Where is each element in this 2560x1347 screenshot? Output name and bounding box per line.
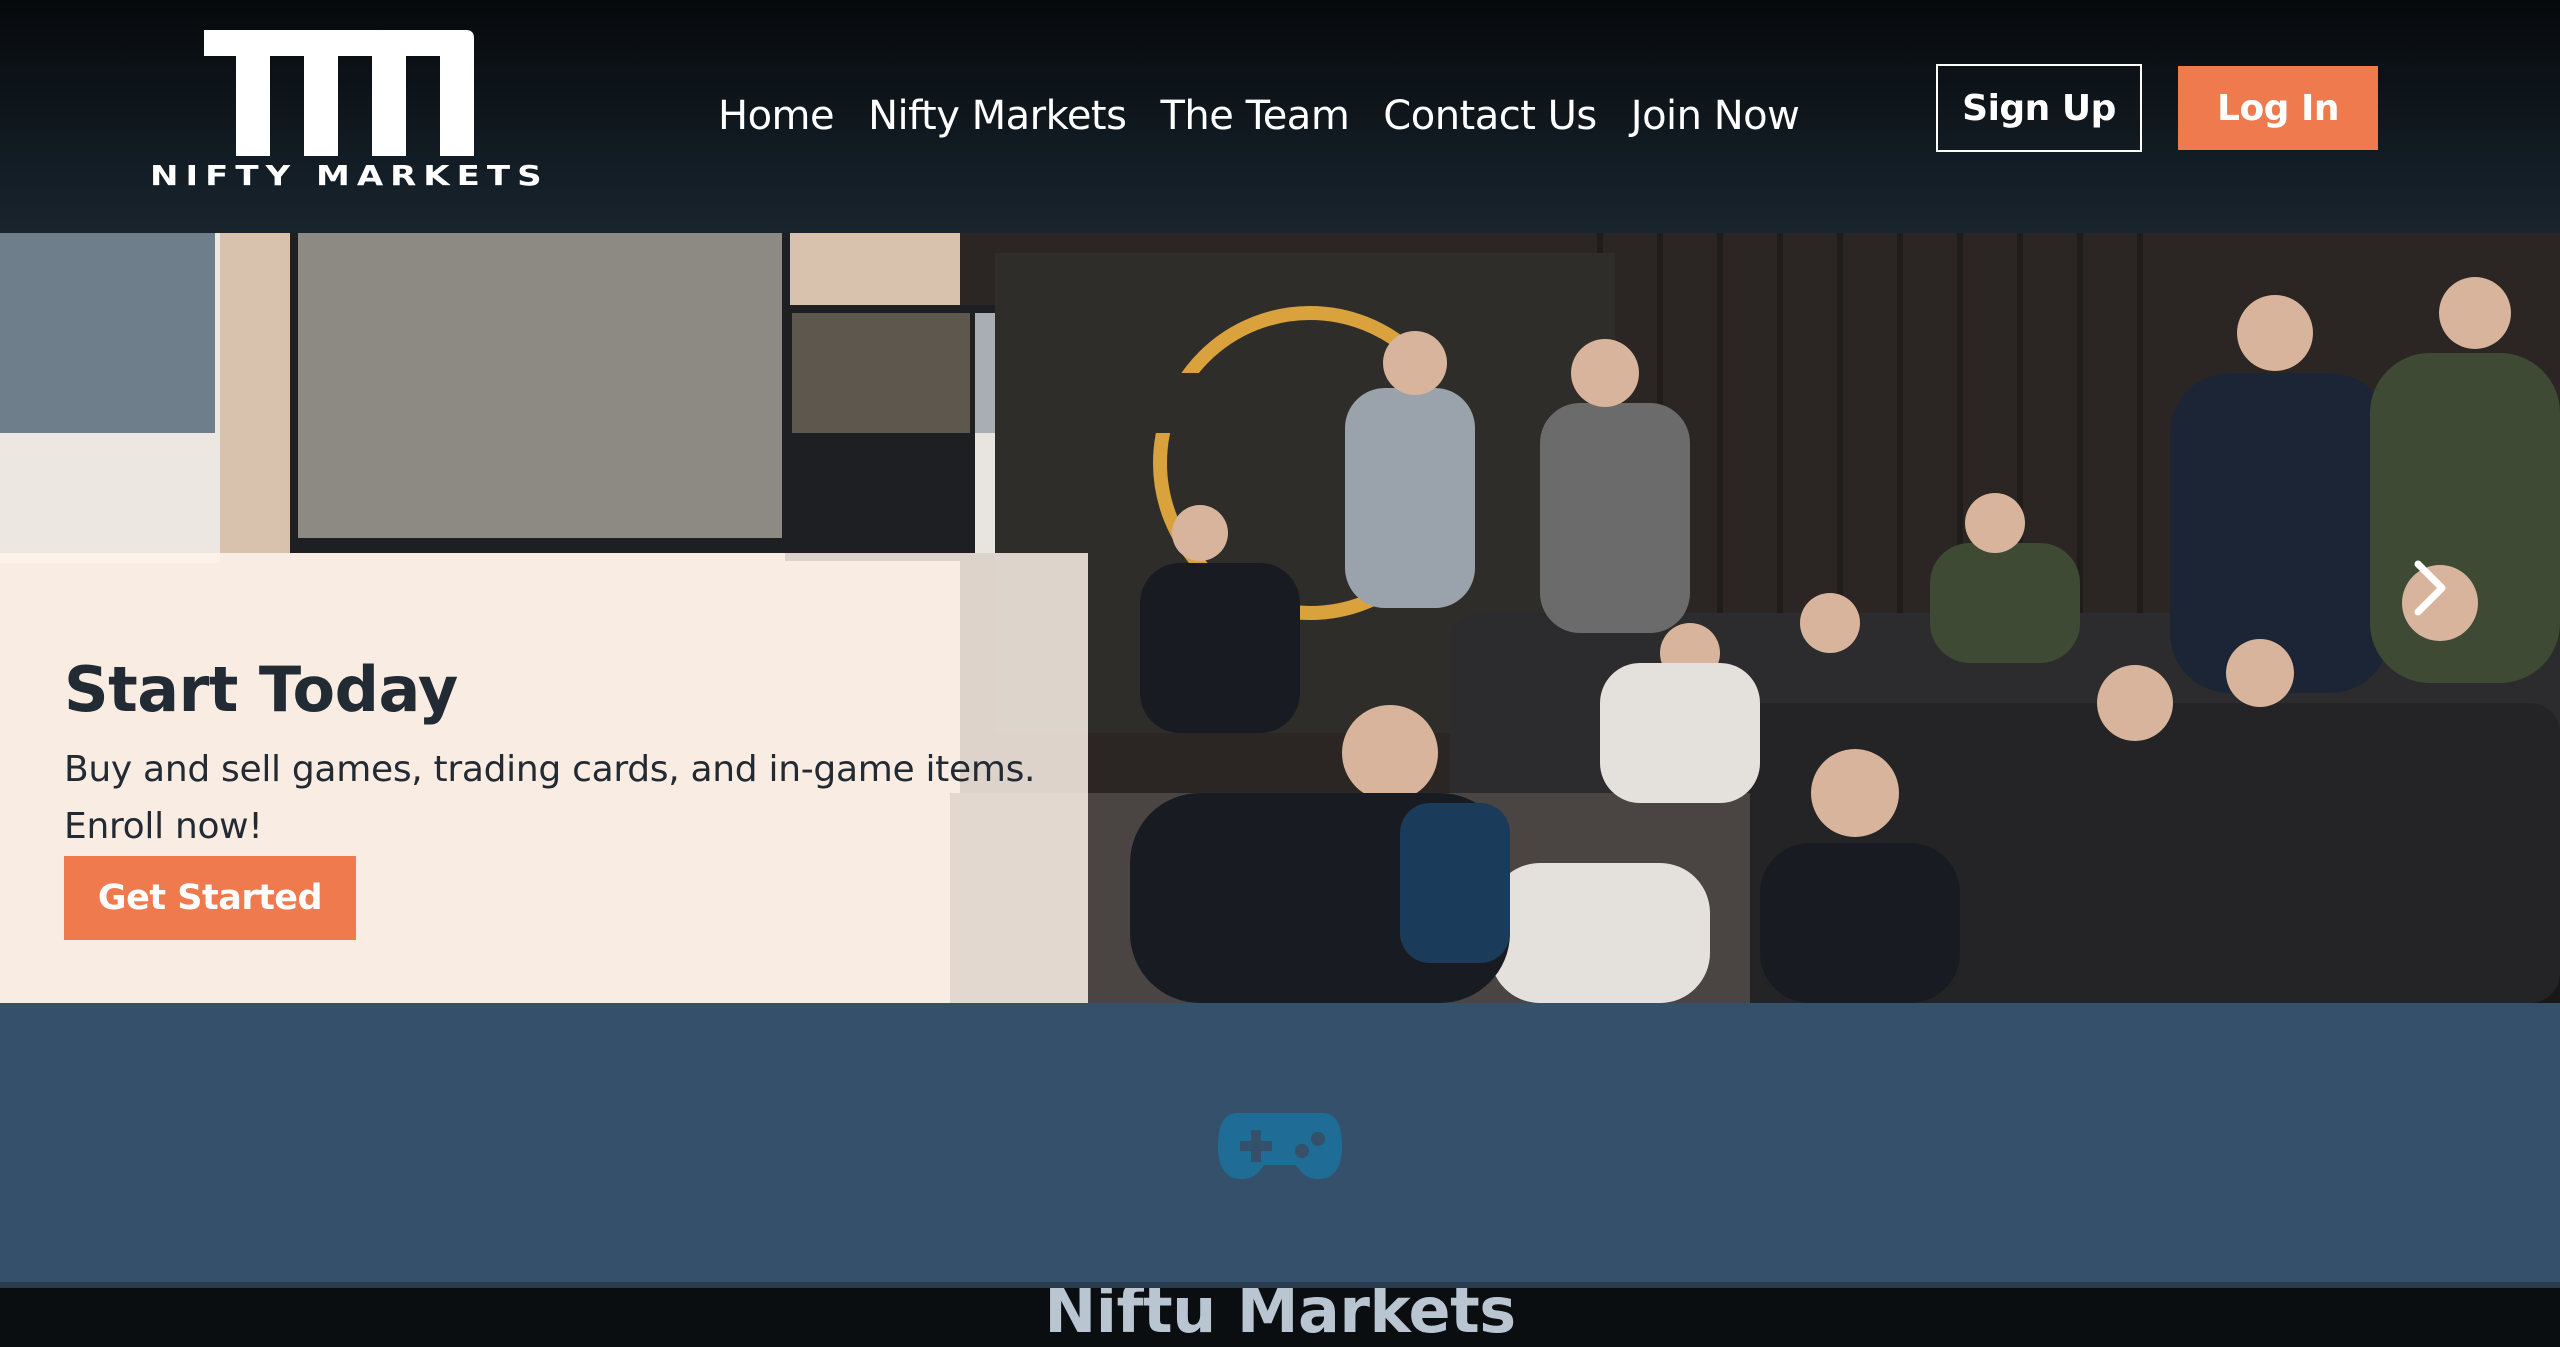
hero-carousel: Start Today Buy and sell games, trading … bbox=[0, 233, 2560, 1003]
logo-text: NIFTY MARKETS bbox=[150, 159, 549, 193]
nav-link-home[interactable]: Home bbox=[718, 88, 835, 144]
page-bottom-edge bbox=[0, 1282, 2560, 1288]
get-started-button[interactable]: Get Started bbox=[64, 856, 356, 940]
hero-title: Start Today bbox=[64, 652, 458, 726]
chevron-right-icon bbox=[2414, 560, 2446, 616]
nav-link-nifty-markets[interactable]: Nifty Markets bbox=[868, 88, 1127, 144]
site-header: NIFTY MARKETS Home Nifty Markets The Tea… bbox=[0, 0, 2560, 233]
sign-up-button[interactable]: Sign Up bbox=[1936, 64, 2142, 152]
about-section: Niftu Markets bbox=[0, 1003, 2560, 1347]
hero-description: Buy and sell games, trading cards, and i… bbox=[64, 749, 1036, 847]
main-nav: Home Nifty Markets The Team Contact Us J… bbox=[718, 88, 1800, 144]
nm-logo-icon bbox=[204, 30, 474, 156]
logo[interactable]: NIFTY MARKETS bbox=[150, 30, 549, 195]
carousel-next-button[interactable] bbox=[2400, 553, 2460, 623]
log-in-button[interactable]: Log In bbox=[2178, 66, 2378, 150]
nav-link-join-now[interactable]: Join Now bbox=[1631, 88, 1800, 144]
nav-link-the-team[interactable]: The Team bbox=[1160, 88, 1349, 144]
gamepad-icon bbox=[1218, 1113, 1342, 1179]
nav-link-contact-us[interactable]: Contact Us bbox=[1383, 88, 1597, 144]
